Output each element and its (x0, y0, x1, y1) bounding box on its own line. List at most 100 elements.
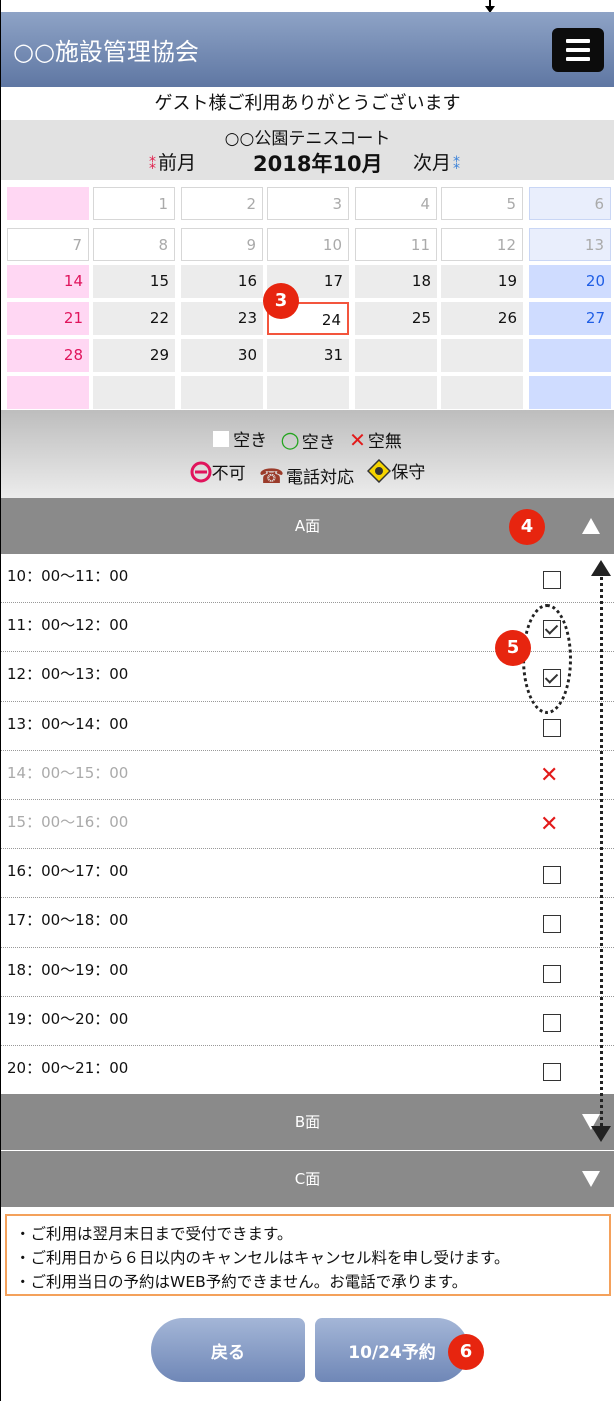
time-slot-label: 17：00〜18：00 (7, 911, 129, 930)
next-month-label: 次月 (413, 152, 452, 174)
legend-full: ✕ 空無 (349, 427, 402, 453)
maintenance-icon (367, 458, 392, 483)
notice-line: ・ご利用日から６日以内のキャンセルはキャンセル料を申し受けます。 (15, 1249, 510, 1267)
time-slot-label: 18：00〜19：00 (7, 960, 129, 979)
calendar-day: 2 (181, 187, 263, 220)
section-c-header[interactable]: C面 (1, 1151, 614, 1207)
time-slot-label: 10：00〜11：00 (7, 567, 129, 585)
prev-month-link[interactable]: ⁑ 前月 (149, 148, 196, 175)
app-header: ○○施設管理協会 (1, 12, 614, 87)
slot-checkbox[interactable] (543, 571, 561, 589)
time-slot-row[interactable]: 14：00〜15：00 ✕ (1, 750, 614, 800)
section-b-header[interactable]: B面 (1, 1094, 614, 1150)
time-slot-label: 14：00〜15：00 (7, 763, 129, 782)
slot-checkbox[interactable] (543, 915, 561, 934)
time-slot-label: 11：00〜12：00 (7, 616, 129, 635)
unavailable-cross-icon: ✕ (540, 812, 559, 837)
annotation-badge-6: 6 (448, 1334, 484, 1370)
time-slot-row[interactable]: 18：00〜19：00 (1, 947, 614, 997)
section-a-label: A面 (294, 517, 321, 535)
calendar-day: 5 (441, 187, 523, 220)
legend-phone: ☎ 電話対応 (259, 463, 354, 489)
calendar-day[interactable]: 23 (181, 302, 263, 335)
back-button[interactable]: 戻る (151, 1318, 305, 1382)
calendar-day[interactable]: 31 (267, 339, 349, 372)
calendar-day: 3 (267, 187, 349, 220)
next-arrow-icon: ⁑ (453, 157, 461, 173)
time-slot-label: 15：00〜16：00 (7, 813, 129, 831)
calendar-day: 1 (93, 187, 175, 220)
calendar-day[interactable]: 25 (355, 302, 437, 335)
time-slot-label: 16：00〜17：00 (7, 862, 129, 881)
calendar-day[interactable]: 22 (93, 302, 175, 335)
calendar-day: 6 (529, 187, 611, 220)
time-slot-row[interactable]: 17：00〜18：00 (1, 898, 614, 948)
calendar-day[interactable]: 14 (7, 265, 89, 298)
calendar-day[interactable]: 20 (529, 265, 611, 298)
annotation-badge-3: 3 (263, 283, 299, 319)
section-b-label: B面 (294, 1113, 321, 1131)
calendar-day[interactable]: 18 (355, 265, 437, 298)
calendar-day[interactable]: 26 (441, 302, 523, 335)
calendar-day[interactable]: 19 (441, 265, 523, 298)
calendar-day[interactable]: 27 (529, 302, 611, 335)
time-slot-row[interactable]: 20：00〜21：00 (1, 1046, 614, 1096)
calendar-cell (529, 339, 611, 372)
calendar-day: 10 (267, 228, 349, 261)
calendar-day[interactable]: 30 (181, 339, 263, 372)
hamburger-icon[interactable] (552, 28, 604, 72)
calendar-cell (7, 376, 89, 409)
time-slot-row[interactable]: 16：00〜17：00 (1, 849, 614, 899)
time-slot-label: 19：00〜20：00 (7, 1009, 129, 1028)
calendar-day[interactable]: 15 (93, 265, 175, 298)
calendar-day: 4 (355, 187, 437, 220)
calendar-cell (529, 376, 611, 409)
calendar-day[interactable]: 28 (7, 339, 89, 372)
legend-unavailable: 不可 (190, 459, 246, 484)
prohibited-icon (190, 461, 212, 482)
annotation-badge-4: 4 (509, 509, 545, 545)
facility-name: ○○公園テニスコート (224, 129, 391, 149)
slot-checkbox[interactable] (543, 718, 561, 737)
notice-line: ・ご利用当日の予約はWEB予約できません。お電話で承ります。 (15, 1273, 468, 1291)
calendar-cell (7, 187, 89, 220)
reserve-button[interactable]: 10/24予約 (315, 1318, 469, 1382)
unavailable-cross-icon: ✕ (540, 762, 559, 788)
time-slot-row[interactable]: 10：00〜11：00 (1, 554, 614, 604)
legend-maintenance: 保守 (367, 458, 425, 483)
slot-checkbox[interactable] (543, 1013, 561, 1032)
calendar-day[interactable]: 21 (7, 302, 89, 335)
time-slot-label: 12：00〜13：00 (7, 665, 129, 684)
annotation-scroll-line (600, 572, 603, 1132)
calendar-grid: 1 2 3 4 5 6 7 8 9 10 11 12 13 14 15 16 1… (1, 180, 614, 410)
calendar-cell (93, 376, 175, 409)
notice-line: ・ご利用は翌月末日まで受付できます。 (15, 1225, 293, 1243)
calendar-day: 11 (355, 228, 437, 261)
calendar-day[interactable]: 16 (181, 265, 263, 298)
phone-icon: ☎ (259, 463, 284, 488)
white-square-icon (213, 430, 230, 447)
calendar-day: 12 (441, 228, 523, 261)
cross-icon: ✕ (349, 427, 366, 452)
status-legend: 空き ○ 空き ✕ 空無 不可 ☎ 電話対応 保守 (1, 410, 614, 498)
next-month-link[interactable]: 次月 ⁑ (413, 148, 460, 175)
time-slot-row[interactable]: 19：00〜20：00 (1, 996, 614, 1046)
calendar-header: ○○公園テニスコート ⁑ 前月 2018年10月 次月 ⁑ (1, 120, 614, 180)
calendar-cell (441, 376, 523, 409)
calendar-cell (441, 339, 523, 372)
annotation-badge-5: 5 (495, 630, 531, 666)
slot-checkbox[interactable] (543, 964, 561, 983)
slot-checkbox[interactable] (543, 1063, 561, 1081)
calendar-day: 13 (529, 228, 611, 261)
app-title: ○○施設管理協会 (13, 38, 199, 66)
calendar-day[interactable]: 29 (93, 339, 175, 372)
time-slot-label: 13：00〜14：00 (7, 714, 129, 733)
collapse-up-icon[interactable] (582, 518, 600, 534)
legend-vacant-circle: ○ 空き (280, 427, 336, 453)
time-slot-row[interactable]: 13：00〜14：00 (1, 701, 614, 751)
expand-down-icon[interactable] (582, 1171, 600, 1187)
time-slot-row[interactable]: 15：00〜16：00 ✕ (1, 800, 614, 850)
calendar-day: 8 (93, 228, 175, 261)
prev-month-label: 前月 (158, 152, 197, 174)
slot-checkbox[interactable] (543, 866, 561, 885)
